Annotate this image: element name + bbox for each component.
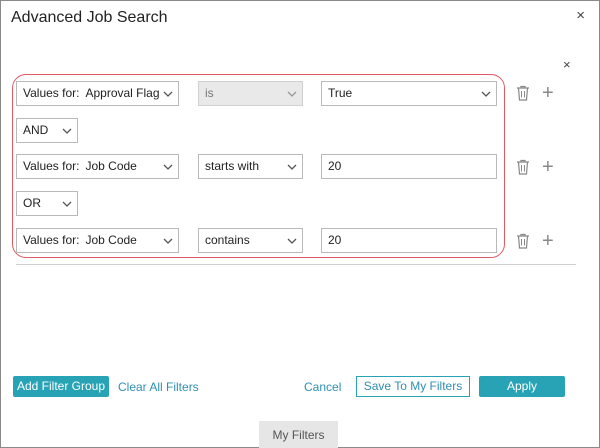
field-prefix: Values for:	[23, 233, 80, 247]
field-select-row-2[interactable]: Values for: Job Code	[16, 154, 179, 179]
remove-filter-group-icon[interactable]: ×	[563, 57, 571, 72]
field-value: Approval Flag	[85, 86, 160, 100]
field-value: Job Code	[85, 159, 137, 173]
operator-value: contains	[205, 233, 250, 247]
chevron-down-icon	[163, 238, 173, 244]
value-input-row-3[interactable]: 20	[321, 228, 497, 253]
field-select-row-3[interactable]: Values for: Job Code	[16, 228, 179, 253]
logic-value: OR	[23, 196, 41, 210]
trash-icon[interactable]	[516, 159, 530, 175]
clear-all-filters-link[interactable]: Clear All Filters	[118, 380, 199, 394]
dialog-title: Advanced Job Search	[11, 9, 168, 26]
value-input-row-2[interactable]: 20	[321, 154, 497, 179]
chevron-down-icon	[62, 128, 72, 134]
chevron-down-icon	[163, 91, 173, 97]
field-prefix: Values for:	[23, 86, 80, 100]
operator-value: is	[205, 86, 214, 100]
operator-select-row-1: is	[198, 81, 303, 106]
add-row-icon[interactable]: +	[542, 231, 554, 251]
operator-select-row-3[interactable]: contains	[198, 228, 303, 253]
operator-value: starts with	[205, 159, 260, 173]
trash-icon[interactable]	[516, 233, 530, 249]
add-row-icon[interactable]: +	[542, 157, 554, 177]
value-text: True	[328, 86, 353, 100]
field-prefix: Values for:	[23, 159, 80, 173]
close-icon[interactable]: ×	[576, 7, 585, 24]
add-row-icon[interactable]: +	[542, 83, 554, 103]
chevron-down-icon	[287, 164, 297, 170]
advanced-job-search-dialog: Advanced Job Search × × Values for: Appro…	[0, 0, 600, 448]
save-to-my-filters-button[interactable]: Save To My Filters	[356, 376, 470, 397]
value-select-row-1[interactable]: True	[321, 81, 497, 106]
field-value: Job Code	[85, 233, 137, 247]
logic-select-2[interactable]: OR	[16, 191, 78, 216]
divider	[16, 264, 576, 265]
cancel-link[interactable]: Cancel	[304, 380, 341, 394]
field-select-row-1[interactable]: Values for: Approval Flag	[16, 81, 179, 106]
apply-button[interactable]: Apply	[479, 376, 565, 397]
trash-icon[interactable]	[516, 85, 530, 101]
chevron-down-icon	[163, 164, 173, 170]
operator-select-row-2[interactable]: starts with	[198, 154, 303, 179]
chevron-down-icon	[481, 91, 491, 97]
logic-select-1[interactable]: AND	[16, 118, 78, 143]
logic-value: AND	[23, 123, 49, 137]
chevron-down-icon	[62, 201, 72, 207]
add-filter-group-button[interactable]: Add Filter Group	[13, 376, 109, 397]
my-filters-tab[interactable]: My Filters	[259, 421, 338, 448]
chevron-down-icon	[287, 91, 297, 97]
chevron-down-icon	[287, 238, 297, 244]
